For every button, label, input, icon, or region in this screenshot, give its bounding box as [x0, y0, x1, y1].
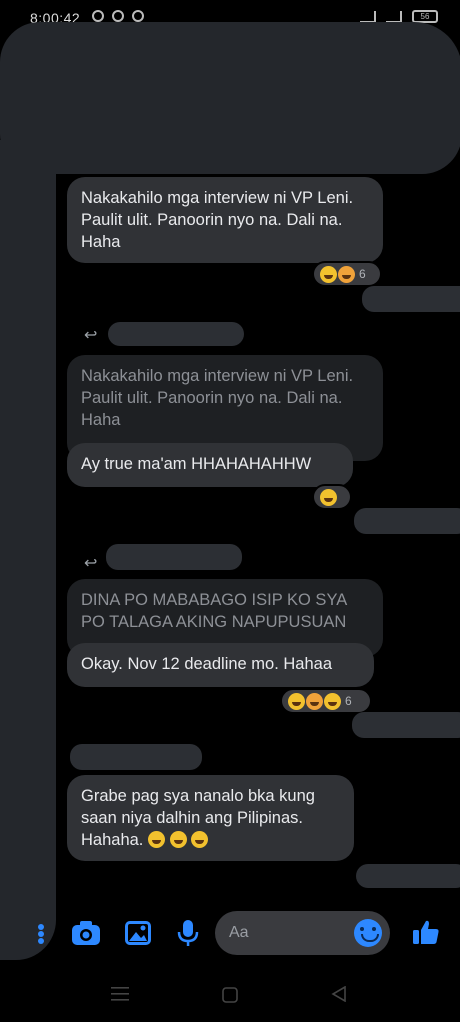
reaction-pill[interactable]	[312, 484, 352, 510]
redacted-name	[106, 544, 242, 570]
reaction-count: 6	[359, 267, 366, 281]
redacted-header	[0, 22, 460, 174]
grimacing-emoji-icon	[191, 831, 209, 848]
grinning-emoji-icon	[320, 488, 337, 506]
quoted-text: Nakakahilo mga interview ni VP Leni. Pau…	[81, 367, 354, 429]
reply-header: ↩	[84, 553, 97, 573]
back-icon[interactable]	[330, 985, 348, 1003]
notification-icon	[92, 10, 104, 22]
message-text: Nakakahilo mga interview ni VP Leni. Pau…	[81, 189, 354, 251]
battery-level: 56	[420, 12, 430, 21]
grimacing-emoji-icon	[169, 831, 187, 848]
signal-icon	[360, 10, 376, 23]
message-text: Okay. Nov 12 deadline mo. Hahaa	[81, 655, 333, 673]
notification-icons	[92, 10, 144, 22]
navigation-bar	[0, 966, 460, 1022]
redacted-seen	[354, 508, 460, 534]
menu-icon[interactable]	[110, 986, 130, 1002]
gallery-icon[interactable]	[122, 918, 154, 948]
grinning-emoji-icon	[320, 265, 337, 283]
message-text: Ay true ma'am HHAHAHAHHW	[81, 455, 312, 473]
redacted-seen	[352, 712, 460, 738]
camera-icon[interactable]	[70, 918, 102, 948]
reaction-count: 6	[345, 694, 352, 708]
reply-arrow-icon: ↩	[84, 327, 98, 344]
reply-header: ↩	[84, 325, 97, 345]
microphone-icon[interactable]	[174, 918, 202, 948]
message-bubble[interactable]: Grabe pag sya nanalo bka kung saan niya …	[67, 775, 354, 861]
reaction-pill[interactable]: 6	[280, 688, 372, 714]
redacted-sidebar	[0, 140, 56, 960]
grinning-emoji-icon	[288, 692, 305, 710]
emoji-icon[interactable]	[354, 919, 382, 947]
laughing-emoji-icon	[324, 692, 341, 710]
message-bubble[interactable]: Ay true ma'am HHAHAHAHHW	[67, 443, 353, 487]
reaction-pill[interactable]: 6	[312, 261, 382, 287]
cat-emoji-icon	[306, 692, 323, 710]
redacted-seen	[356, 864, 460, 888]
grimacing-emoji-icon	[147, 831, 165, 848]
message-bubble[interactable]: Okay. Nov 12 deadline mo. Hahaa	[67, 643, 374, 687]
cat-emoji-icon	[338, 265, 355, 283]
home-icon[interactable]	[221, 986, 239, 1004]
thumbs-up-icon[interactable]	[410, 916, 442, 948]
more-actions-icon[interactable]	[34, 922, 48, 946]
message-bubble[interactable]: Nakakahilo mga interview ni VP Leni. Pau…	[67, 177, 383, 263]
redacted-name	[70, 744, 202, 770]
notification-icon	[112, 10, 124, 22]
redacted-name	[108, 322, 244, 346]
redacted-seen	[362, 286, 460, 312]
quoted-text: DINA PO MABABAGO ISIP KO SYA PO TALAGA A…	[81, 591, 347, 631]
notification-icon	[132, 10, 144, 22]
wifi-icon	[386, 10, 402, 23]
reply-arrow-icon: ↩	[84, 555, 98, 572]
